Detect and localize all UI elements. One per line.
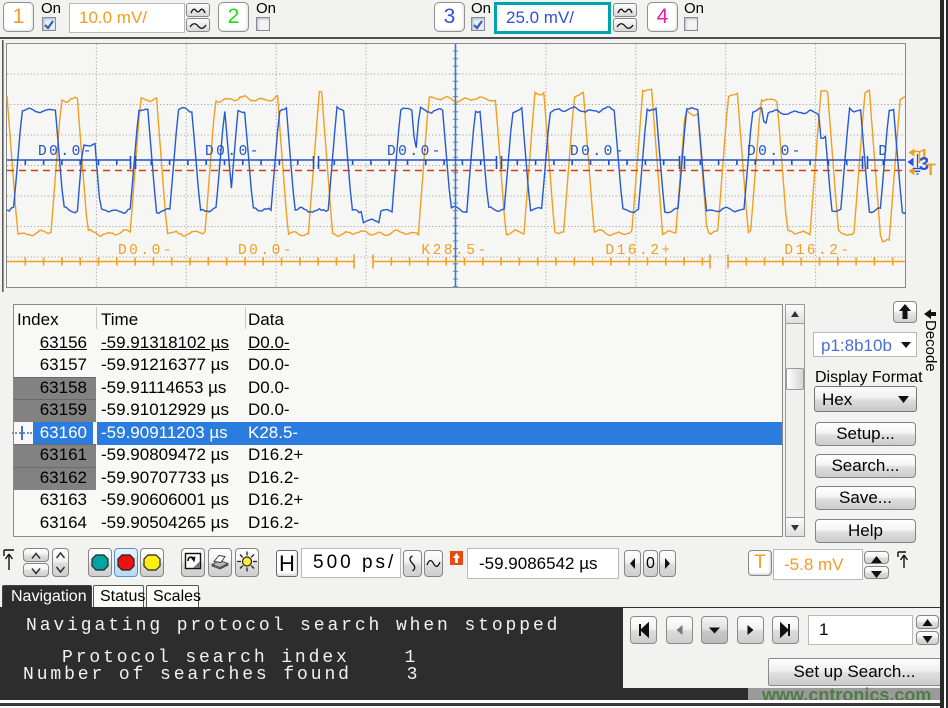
svg-text:D: D (878, 144, 889, 160)
svg-text:D0.0-: D0.0- (205, 144, 261, 160)
svg-text:D16.2+: D16.2+ (605, 243, 672, 259)
svg-text:D0.0-: D0.0- (747, 144, 803, 160)
svg-text:D0.0-: D0.0- (238, 243, 294, 259)
svg-text:D16.2-: D16.2- (784, 243, 851, 259)
svg-text:D0.0-: D0.0- (38, 144, 94, 160)
svg-text:D0.0-: D0.0- (118, 243, 174, 259)
svg-text:D0.0-: D0.0- (570, 144, 626, 160)
svg-text:D0.0-: D0.0- (387, 144, 443, 160)
svg-text:T: T (926, 160, 937, 179)
svg-text:K28.5-: K28.5- (421, 243, 488, 259)
